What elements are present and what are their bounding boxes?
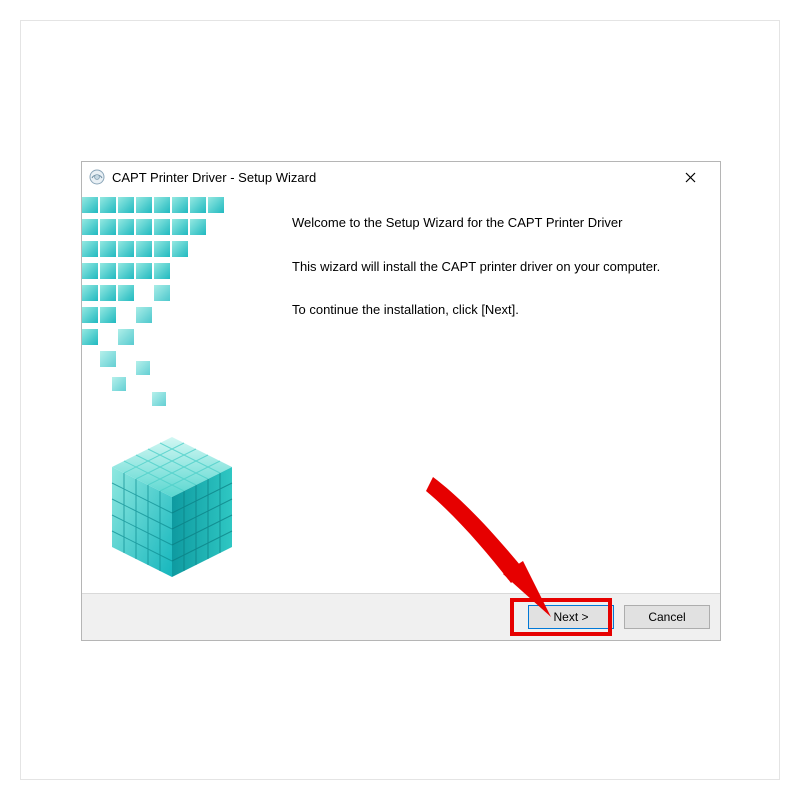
continue-text: To continue the installation, click [Nex…	[292, 301, 690, 319]
setup-wizard-dialog: CAPT Printer Driver - Setup Wizard	[81, 161, 721, 641]
inner-frame: CAPT Printer Driver - Setup Wizard	[20, 20, 780, 780]
wizard-side-image	[82, 192, 282, 593]
dialog-footer: Next > Cancel	[82, 594, 720, 640]
outer-frame: CAPT Printer Driver - Setup Wizard	[0, 0, 800, 800]
dialog-body: Welcome to the Setup Wizard for the CAPT…	[82, 192, 720, 593]
description-text: This wizard will install the CAPT printe…	[292, 258, 690, 276]
next-button[interactable]: Next >	[528, 605, 614, 629]
dialog-content: Welcome to the Setup Wizard for the CAPT…	[282, 192, 720, 593]
welcome-text: Welcome to the Setup Wizard for the CAPT…	[292, 214, 690, 232]
cancel-button[interactable]: Cancel	[624, 605, 710, 629]
close-button[interactable]	[668, 163, 712, 191]
titlebar: CAPT Printer Driver - Setup Wizard	[82, 162, 720, 192]
app-icon	[88, 168, 106, 186]
window-title: CAPT Printer Driver - Setup Wizard	[112, 170, 316, 185]
